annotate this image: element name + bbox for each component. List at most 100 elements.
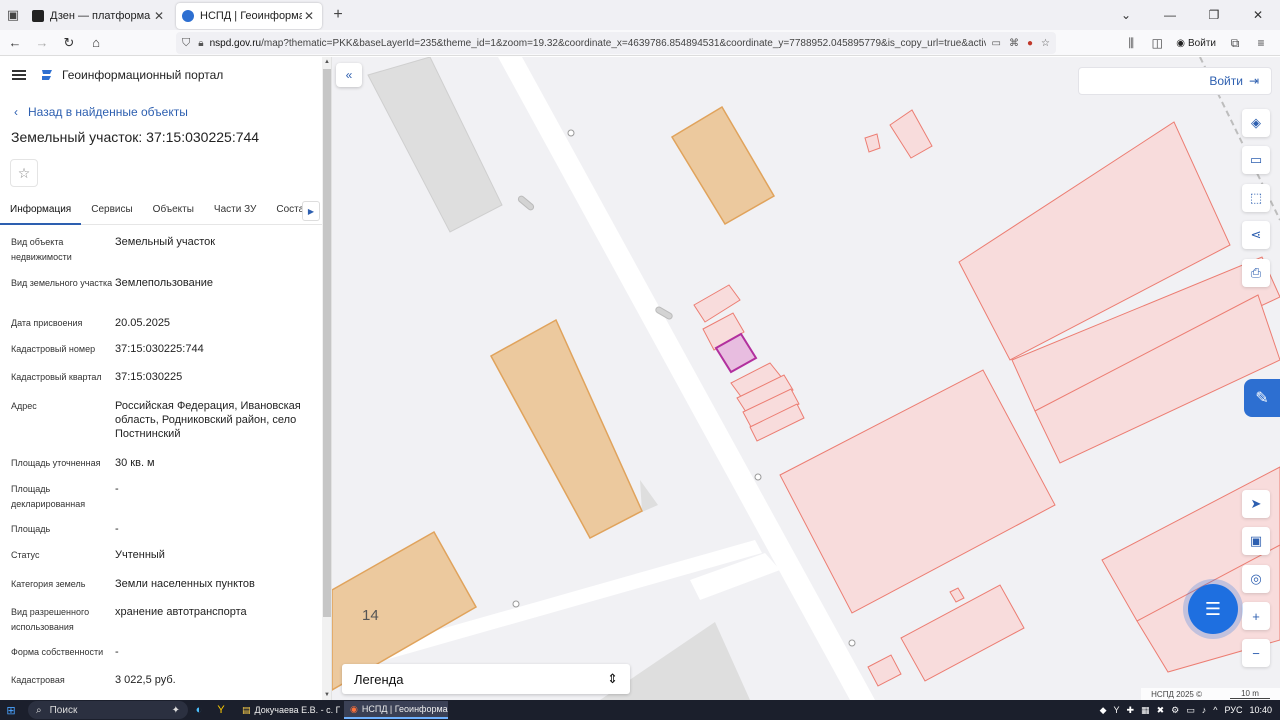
tray-app-icon[interactable]: ◆: [1100, 705, 1107, 716]
account-icon: ◉: [1176, 37, 1186, 49]
property-key: Форма собственности: [11, 647, 104, 657]
tray-chevron-icon[interactable]: ^: [1213, 705, 1217, 715]
double-chevron-left-icon: «: [345, 68, 353, 82]
edge-icon[interactable]: ◐: [188, 704, 210, 716]
property-value: -: [115, 523, 119, 535]
property-value: 37:15:030225: [115, 371, 183, 383]
screenshot-icon[interactable]: ▭: [992, 38, 1001, 49]
geolocation-button[interactable]: ◎: [1242, 565, 1270, 593]
cadastral-map[interactable]: 14 « Войти ⇥ ◈ ▭ ⬚ ⋖ ⎙ ✎ ➤ ▣ ◎ + − ☰ Лег…: [332, 57, 1280, 700]
lock-icon[interactable]: 🔒︎: [198, 38, 203, 49]
layers-button[interactable]: ◈: [1242, 109, 1270, 137]
tabs-scroll-right-icon[interactable]: ▶: [302, 201, 320, 221]
property-key: Площадь декларированная: [11, 484, 86, 509]
minimap-button[interactable]: ▣: [1242, 527, 1270, 555]
tray-yandex-icon[interactable]: Y: [1113, 705, 1119, 715]
favorite-star-button[interactable]: ☆: [10, 159, 38, 187]
library-icon[interactable]: ⫼: [1120, 36, 1142, 51]
tray-app-icon[interactable]: ✚: [1127, 705, 1135, 716]
legend-bar[interactable]: Легенда ⇕: [342, 664, 630, 694]
share-icon: ⋖: [1250, 227, 1262, 242]
print-button[interactable]: ⎙: [1242, 259, 1270, 287]
sidebar-icon[interactable]: ◫: [1146, 36, 1168, 50]
tray-app-icon[interactable]: ⚙: [1171, 705, 1179, 716]
tab-list-icon[interactable]: ▣: [0, 0, 26, 30]
map-attribution: НСПД 2025 © 10 m: [1141, 688, 1280, 700]
property-key: Кадастровый квартал: [11, 372, 102, 382]
map-detail: [848, 639, 856, 647]
property-row: Площадь декларированная -: [0, 482, 322, 522]
browser-tab[interactable]: Дзен — платформа для просм ✕: [26, 3, 172, 29]
hamburger-menu-icon[interactable]: [12, 70, 26, 80]
map-canvas[interactable]: [332, 57, 1280, 700]
share-button[interactable]: ⋖: [1242, 221, 1270, 249]
tab-overflow-chevron-icon[interactable]: ⌄: [1104, 0, 1148, 30]
bookmark-star-icon[interactable]: ☆: [1041, 38, 1050, 49]
property-row: Статус Учтенный: [0, 548, 322, 577]
property-key: Дата присвоения: [11, 318, 83, 328]
menu-icon[interactable]: ≡: [1250, 36, 1272, 50]
back-to-results-link[interactable]: ‹ Назад в найденные объекты: [0, 93, 331, 119]
restore-icon[interactable]: ❐: [1192, 0, 1236, 30]
map-login-button[interactable]: Войти ⇥: [1078, 67, 1272, 95]
language-indicator[interactable]: РУС: [1224, 705, 1242, 715]
tray-app-icon[interactable]: ▦: [1141, 705, 1150, 716]
scroll-up-icon[interactable]: ▲: [322, 59, 331, 65]
collapse-panel-button[interactable]: «: [336, 63, 362, 87]
property-row: Адрес Российская Федерация, Ивановская об…: [0, 399, 322, 456]
close-tab-icon[interactable]: ✕: [152, 9, 166, 23]
zoom-out-button[interactable]: −: [1242, 639, 1270, 667]
extension-icon[interactable]: ●: [1027, 38, 1033, 49]
extensions-icon[interactable]: ⧉: [1224, 36, 1246, 51]
task-label: Докучаева Е.В. - с. П...: [254, 705, 340, 715]
taskbar-word-document[interactable]: ▤Докучаева Е.В. - с. П...: [236, 701, 340, 719]
volume-icon[interactable]: ♪: [1202, 705, 1207, 715]
select-area-button[interactable]: ⬚: [1242, 184, 1270, 212]
land-parcel: [867, 654, 902, 687]
network-icon[interactable]: ▭: [1186, 705, 1195, 716]
address-bar[interactable]: ⛉ 🔒︎ nspd.gov.ru/map?thematic=PKK&baseLa…: [176, 32, 1056, 54]
forward-icon[interactable]: →: [30, 31, 54, 55]
browser-nav-bar: ← → ↻ ⌂ ⛉ 🔒︎ nspd.gov.ru/map?thematic=PK…: [0, 30, 1280, 56]
tab-parts[interactable]: Части ЗУ: [204, 199, 266, 225]
property-key: Статус: [11, 550, 40, 560]
property-key: Площадь: [11, 524, 51, 534]
start-icon[interactable]: ⊞: [0, 704, 22, 717]
property-row: Кадастровый квартал 37:15:030225: [0, 370, 322, 399]
zoom-in-button[interactable]: +: [1242, 602, 1270, 630]
shield-icon[interactable]: ⛉: [182, 37, 190, 50]
scroll-down-icon[interactable]: ▼: [322, 692, 331, 698]
property-row: Вид земельного участка Землепользование: [0, 276, 322, 316]
url-text[interactable]: nspd.gov.ru/map?thematic=PKK&baseLayerId…: [210, 38, 986, 49]
chat-button[interactable]: ☰: [1188, 584, 1238, 634]
scrollbar-thumb[interactable]: [323, 69, 331, 617]
taskbar-firefox-window[interactable]: ◉ НСПД | Геоинформа...: [344, 701, 448, 719]
translate-icon[interactable]: ⌘: [1009, 38, 1019, 49]
close-tab-icon[interactable]: ✕: [302, 9, 316, 23]
browser-tab-strip: ▣ Дзен — платформа для просм ✕ НСПД | Ге…: [0, 0, 1280, 30]
measure-button[interactable]: ▭: [1242, 146, 1270, 174]
scale-bar: 10 m: [1230, 689, 1270, 699]
clock[interactable]: 10:40: [1249, 705, 1272, 715]
tray-app-icon[interactable]: ✖: [1157, 705, 1165, 716]
property-key: Кадастровая: [11, 675, 65, 685]
yandex-browser-icon[interactable]: Y: [210, 704, 232, 716]
browser-tab-active[interactable]: НСПД | Геоинформационный ✕: [176, 3, 322, 29]
assistant-button[interactable]: ✎: [1244, 379, 1280, 417]
tab-information[interactable]: Информация: [0, 199, 82, 225]
account-button[interactable]: ◉ Войти: [1172, 38, 1220, 49]
tab-objects[interactable]: Объекты: [143, 199, 204, 225]
locate-button[interactable]: ➤: [1242, 490, 1270, 518]
property-row: Площадь -: [0, 522, 322, 548]
home-icon[interactable]: ⌂: [84, 31, 108, 55]
back-icon[interactable]: ←: [3, 31, 27, 55]
taskbar-search[interactable]: ⌕ Поиск ✦: [28, 701, 188, 719]
panel-scrollbar[interactable]: ▲ ▼: [322, 57, 331, 700]
new-tab-icon[interactable]: +: [326, 6, 350, 24]
reload-icon[interactable]: ↻: [57, 31, 81, 55]
tab-services[interactable]: Сервисы: [81, 199, 142, 225]
property-value: Земельный участок: [115, 236, 216, 248]
property-row: Дата присвоения 20.05.2025: [0, 316, 322, 342]
minimize-icon[interactable]: —: [1148, 0, 1192, 30]
close-window-icon[interactable]: ✕: [1236, 0, 1280, 30]
